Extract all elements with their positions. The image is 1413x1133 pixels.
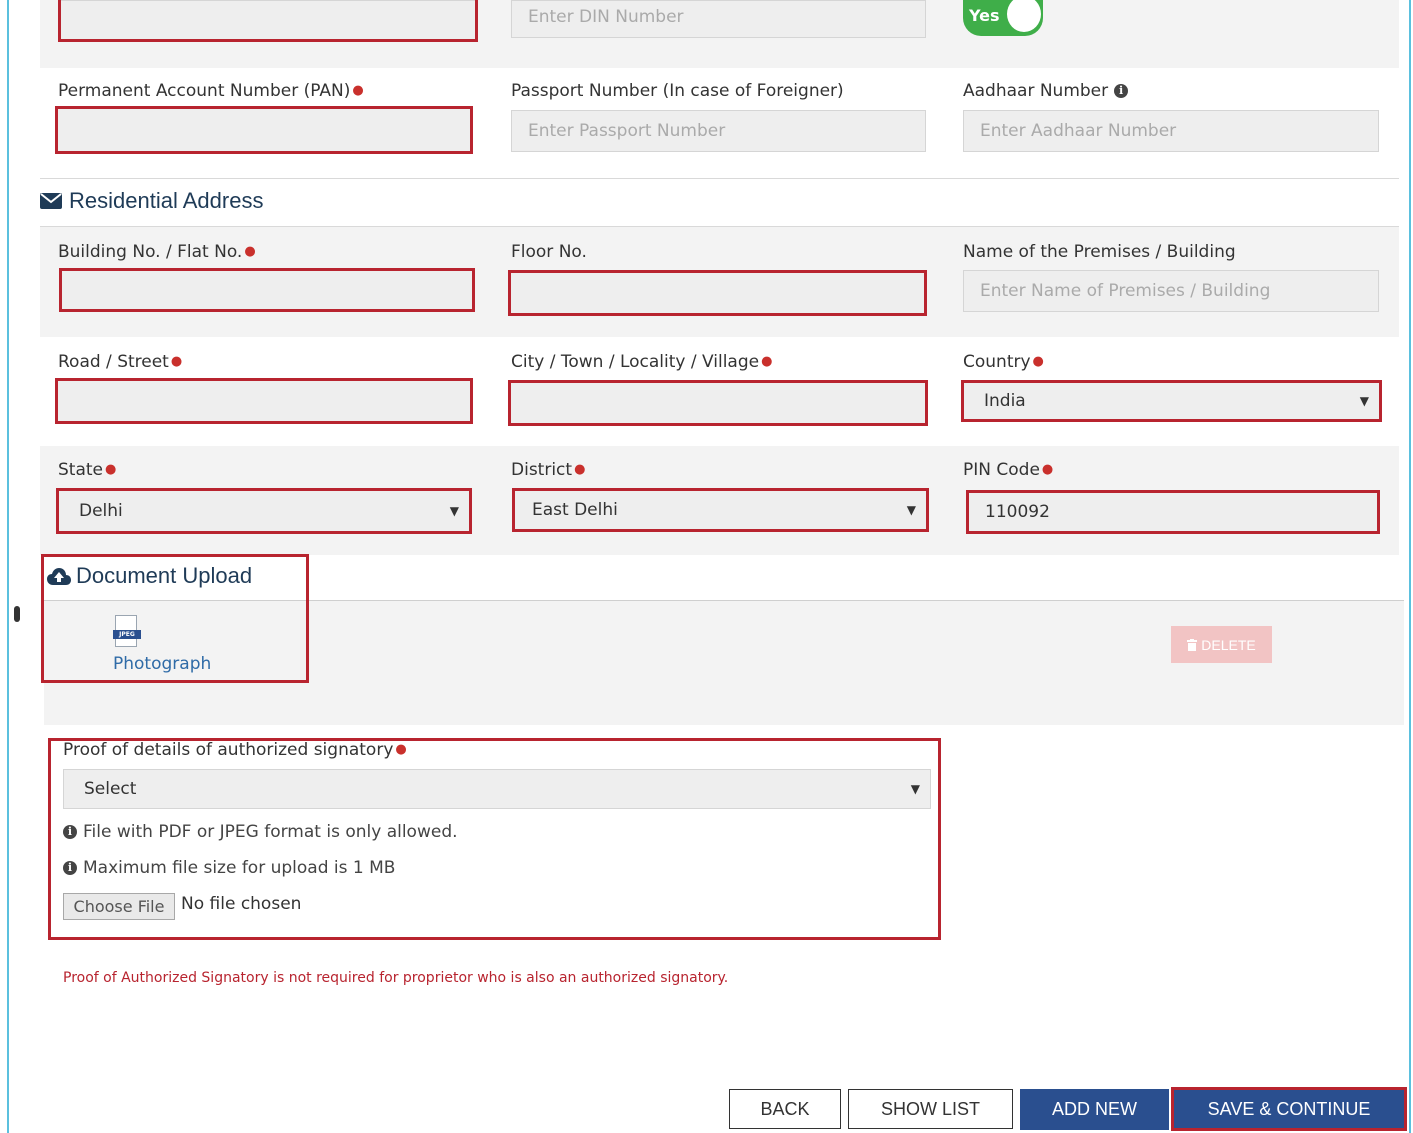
country-select[interactable]: India ▼ [963, 382, 1380, 420]
country-label: Country ● [963, 352, 1044, 372]
aadhaar-label: Aadhaar Number i [963, 80, 1134, 102]
choose-file-button[interactable]: Choose File [63, 893, 175, 920]
pin-input[interactable]: 110092 [968, 492, 1378, 532]
info-size: i Maximum file size for upload is 1 MB [63, 858, 395, 878]
info-circle-icon[interactable]: i [1114, 84, 1129, 98]
country-value: India [984, 391, 1026, 411]
toggle-knob [1007, 0, 1041, 32]
info-format: i File with PDF or JPEG format is only a… [63, 822, 458, 842]
road-input[interactable] [57, 380, 471, 422]
info-circle-icon: i [63, 861, 77, 875]
building-label: Building No. / Flat No. ● [58, 242, 256, 262]
show-list-button[interactable]: SHOW LIST [848, 1089, 1013, 1129]
chevron-down-icon: ▼ [906, 503, 916, 517]
cloud-upload-icon [47, 567, 71, 585]
passport-input[interactable]: Enter Passport Number [511, 110, 926, 152]
proof-select-value: Select [84, 779, 137, 799]
din-input[interactable]: Enter DIN Number [511, 0, 926, 38]
chevron-down-icon: ▼ [1359, 394, 1369, 408]
pan-label: Permanent Account Number (PAN) ● [58, 81, 364, 101]
floor-label: Floor No. [511, 242, 587, 262]
premises-label: Name of the Premises / Building [963, 242, 1236, 262]
top-left-input[interactable] [60, 0, 476, 40]
building-input[interactable] [61, 270, 473, 310]
delete-button[interactable]: DELETE [1171, 626, 1272, 663]
premises-input[interactable]: Enter Name of Premises / Building [963, 270, 1379, 312]
approval-toggle[interactable]: Yes [963, 0, 1043, 36]
proof-label: Proof of details of authorized signatory… [63, 740, 407, 760]
frame-left-border [7, 0, 9, 1133]
city-input[interactable] [510, 382, 926, 424]
frame-right-border [1409, 0, 1411, 1133]
pan-input[interactable] [57, 108, 471, 152]
chevron-down-icon: ▼ [910, 782, 920, 796]
aadhaar-input[interactable]: Enter Aadhaar Number [963, 110, 1379, 152]
toggle-label: Yes [969, 6, 1000, 25]
district-select[interactable]: East Delhi ▼ [514, 490, 927, 530]
district-value: East Delhi [532, 500, 618, 520]
back-button[interactable]: BACK [729, 1089, 841, 1129]
floor-input[interactable] [510, 272, 925, 314]
envelope-icon [40, 193, 62, 209]
add-new-button[interactable]: ADD NEW [1020, 1089, 1169, 1130]
divider-document [44, 600, 1404, 601]
proof-note: Proof of Authorized Signatory is not req… [63, 970, 729, 986]
residential-address-heading: Residential Address [40, 188, 263, 214]
no-file-text: No file chosen [181, 894, 302, 914]
info-circle-icon: i [63, 825, 77, 839]
city-label: City / Town / Locality / Village ● [511, 352, 773, 372]
save-continue-button[interactable]: SAVE & CONTINUE [1171, 1087, 1407, 1131]
pin-label: PIN Code ● [963, 460, 1054, 480]
road-label: Road / Street ● [58, 352, 183, 372]
state-value: Delhi [79, 501, 123, 521]
passport-label: Passport Number (In case of Foreigner) [511, 81, 844, 101]
jpeg-badge: JPEG [113, 630, 141, 639]
state-select[interactable]: Delhi ▼ [58, 490, 470, 532]
document-upload-bullet [14, 606, 20, 622]
document-upload-heading: Document Upload [47, 563, 252, 589]
chevron-down-icon: ▼ [449, 504, 459, 518]
district-label: District ● [511, 460, 586, 480]
proof-select[interactable]: Select ▼ [63, 769, 931, 809]
jpeg-file-icon: JPEG [113, 615, 141, 649]
divider-residential-top [40, 178, 1399, 179]
state-label: State ● [58, 460, 117, 480]
trash-icon [1187, 638, 1198, 651]
photograph-link[interactable]: Photograph [113, 654, 211, 674]
